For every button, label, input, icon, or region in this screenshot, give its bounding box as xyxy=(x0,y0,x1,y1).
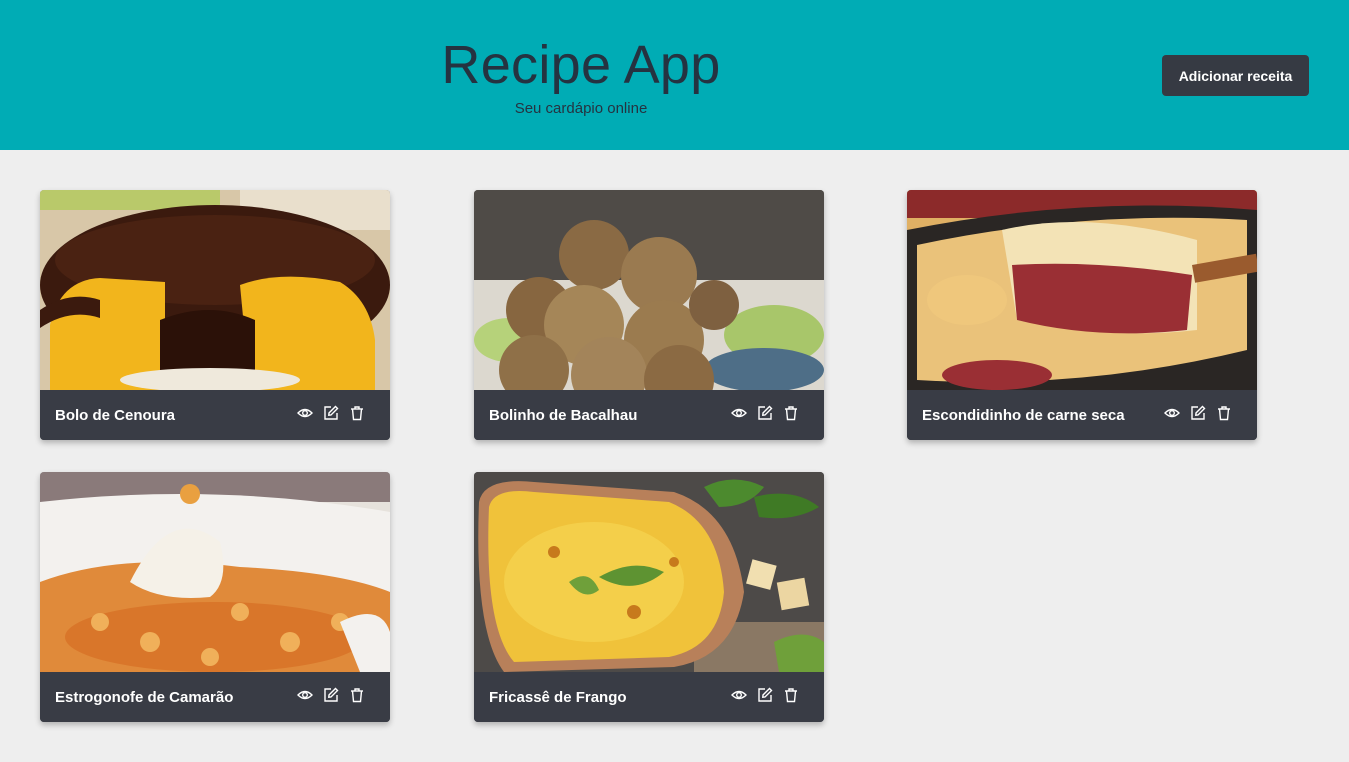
trash-icon[interactable] xyxy=(783,405,799,421)
eye-icon[interactable] xyxy=(731,687,747,703)
eye-icon[interactable] xyxy=(1164,405,1180,421)
trash-icon[interactable] xyxy=(783,687,799,703)
recipe-card-footer: Escondidinho de carne seca xyxy=(907,390,1257,440)
recipe-card-bolo-de-cenoura[interactable]: Bolo de Cenoura xyxy=(40,190,390,440)
edit-icon[interactable] xyxy=(323,687,339,703)
recipe-name[interactable]: Fricassê de Frango xyxy=(489,689,627,706)
recipe-card-bolinho-de-bacalhau[interactable]: Bolinho de Bacalhau xyxy=(474,190,824,440)
recipe-actions xyxy=(1164,405,1232,421)
recipe-image-shrimp-stroganoff[interactable] xyxy=(40,472,390,672)
edit-icon[interactable] xyxy=(323,405,339,421)
recipe-name[interactable]: Estrogonofe de Camarão xyxy=(55,689,233,706)
recipe-card-footer: Fricassê de Frango xyxy=(474,672,824,722)
recipe-name[interactable]: Bolo de Cenoura xyxy=(55,407,175,424)
recipe-card-escondidinho[interactable]: Escondidinho de carne seca xyxy=(907,190,1257,440)
eye-icon[interactable] xyxy=(731,405,747,421)
recipe-image-cod-fritters[interactable] xyxy=(474,190,824,390)
edit-icon[interactable] xyxy=(757,405,773,421)
recipe-image-escondidinho[interactable] xyxy=(907,190,1257,390)
trash-icon[interactable] xyxy=(349,405,365,421)
recipe-actions xyxy=(731,405,799,421)
brand: Recipe App Seu cardápio online xyxy=(400,34,762,117)
recipe-card-footer: Bolo de Cenoura xyxy=(40,390,390,440)
recipe-image-carrot-cake[interactable] xyxy=(40,190,390,390)
eye-icon[interactable] xyxy=(297,687,313,703)
eye-icon[interactable] xyxy=(297,405,313,421)
recipe-actions xyxy=(297,405,365,421)
recipe-card-footer: Estrogonofe de Camarão xyxy=(40,672,390,722)
recipe-card-fricasse[interactable]: Fricassê de Frango xyxy=(474,472,824,722)
add-recipe-button[interactable]: Adicionar receita xyxy=(1162,55,1309,96)
edit-icon[interactable] xyxy=(1190,405,1206,421)
app-subtitle: Seu cardápio online xyxy=(514,100,648,117)
recipe-name[interactable]: Bolinho de Bacalhau xyxy=(489,407,637,424)
recipe-actions xyxy=(297,687,365,703)
edit-icon[interactable] xyxy=(757,687,773,703)
trash-icon[interactable] xyxy=(1216,405,1232,421)
recipe-card-footer: Bolinho de Bacalhau xyxy=(474,390,824,440)
recipe-name[interactable]: Escondidinho de carne seca xyxy=(922,407,1125,424)
trash-icon[interactable] xyxy=(349,687,365,703)
recipe-actions xyxy=(731,687,799,703)
recipe-card-estrogonofe[interactable]: Estrogonofe de Camarão xyxy=(40,472,390,722)
recipe-image-chicken-fricassee[interactable] xyxy=(474,472,824,672)
app-header: Recipe App Seu cardápio online Adicionar… xyxy=(0,0,1349,150)
app-title: Recipe App xyxy=(441,35,721,95)
